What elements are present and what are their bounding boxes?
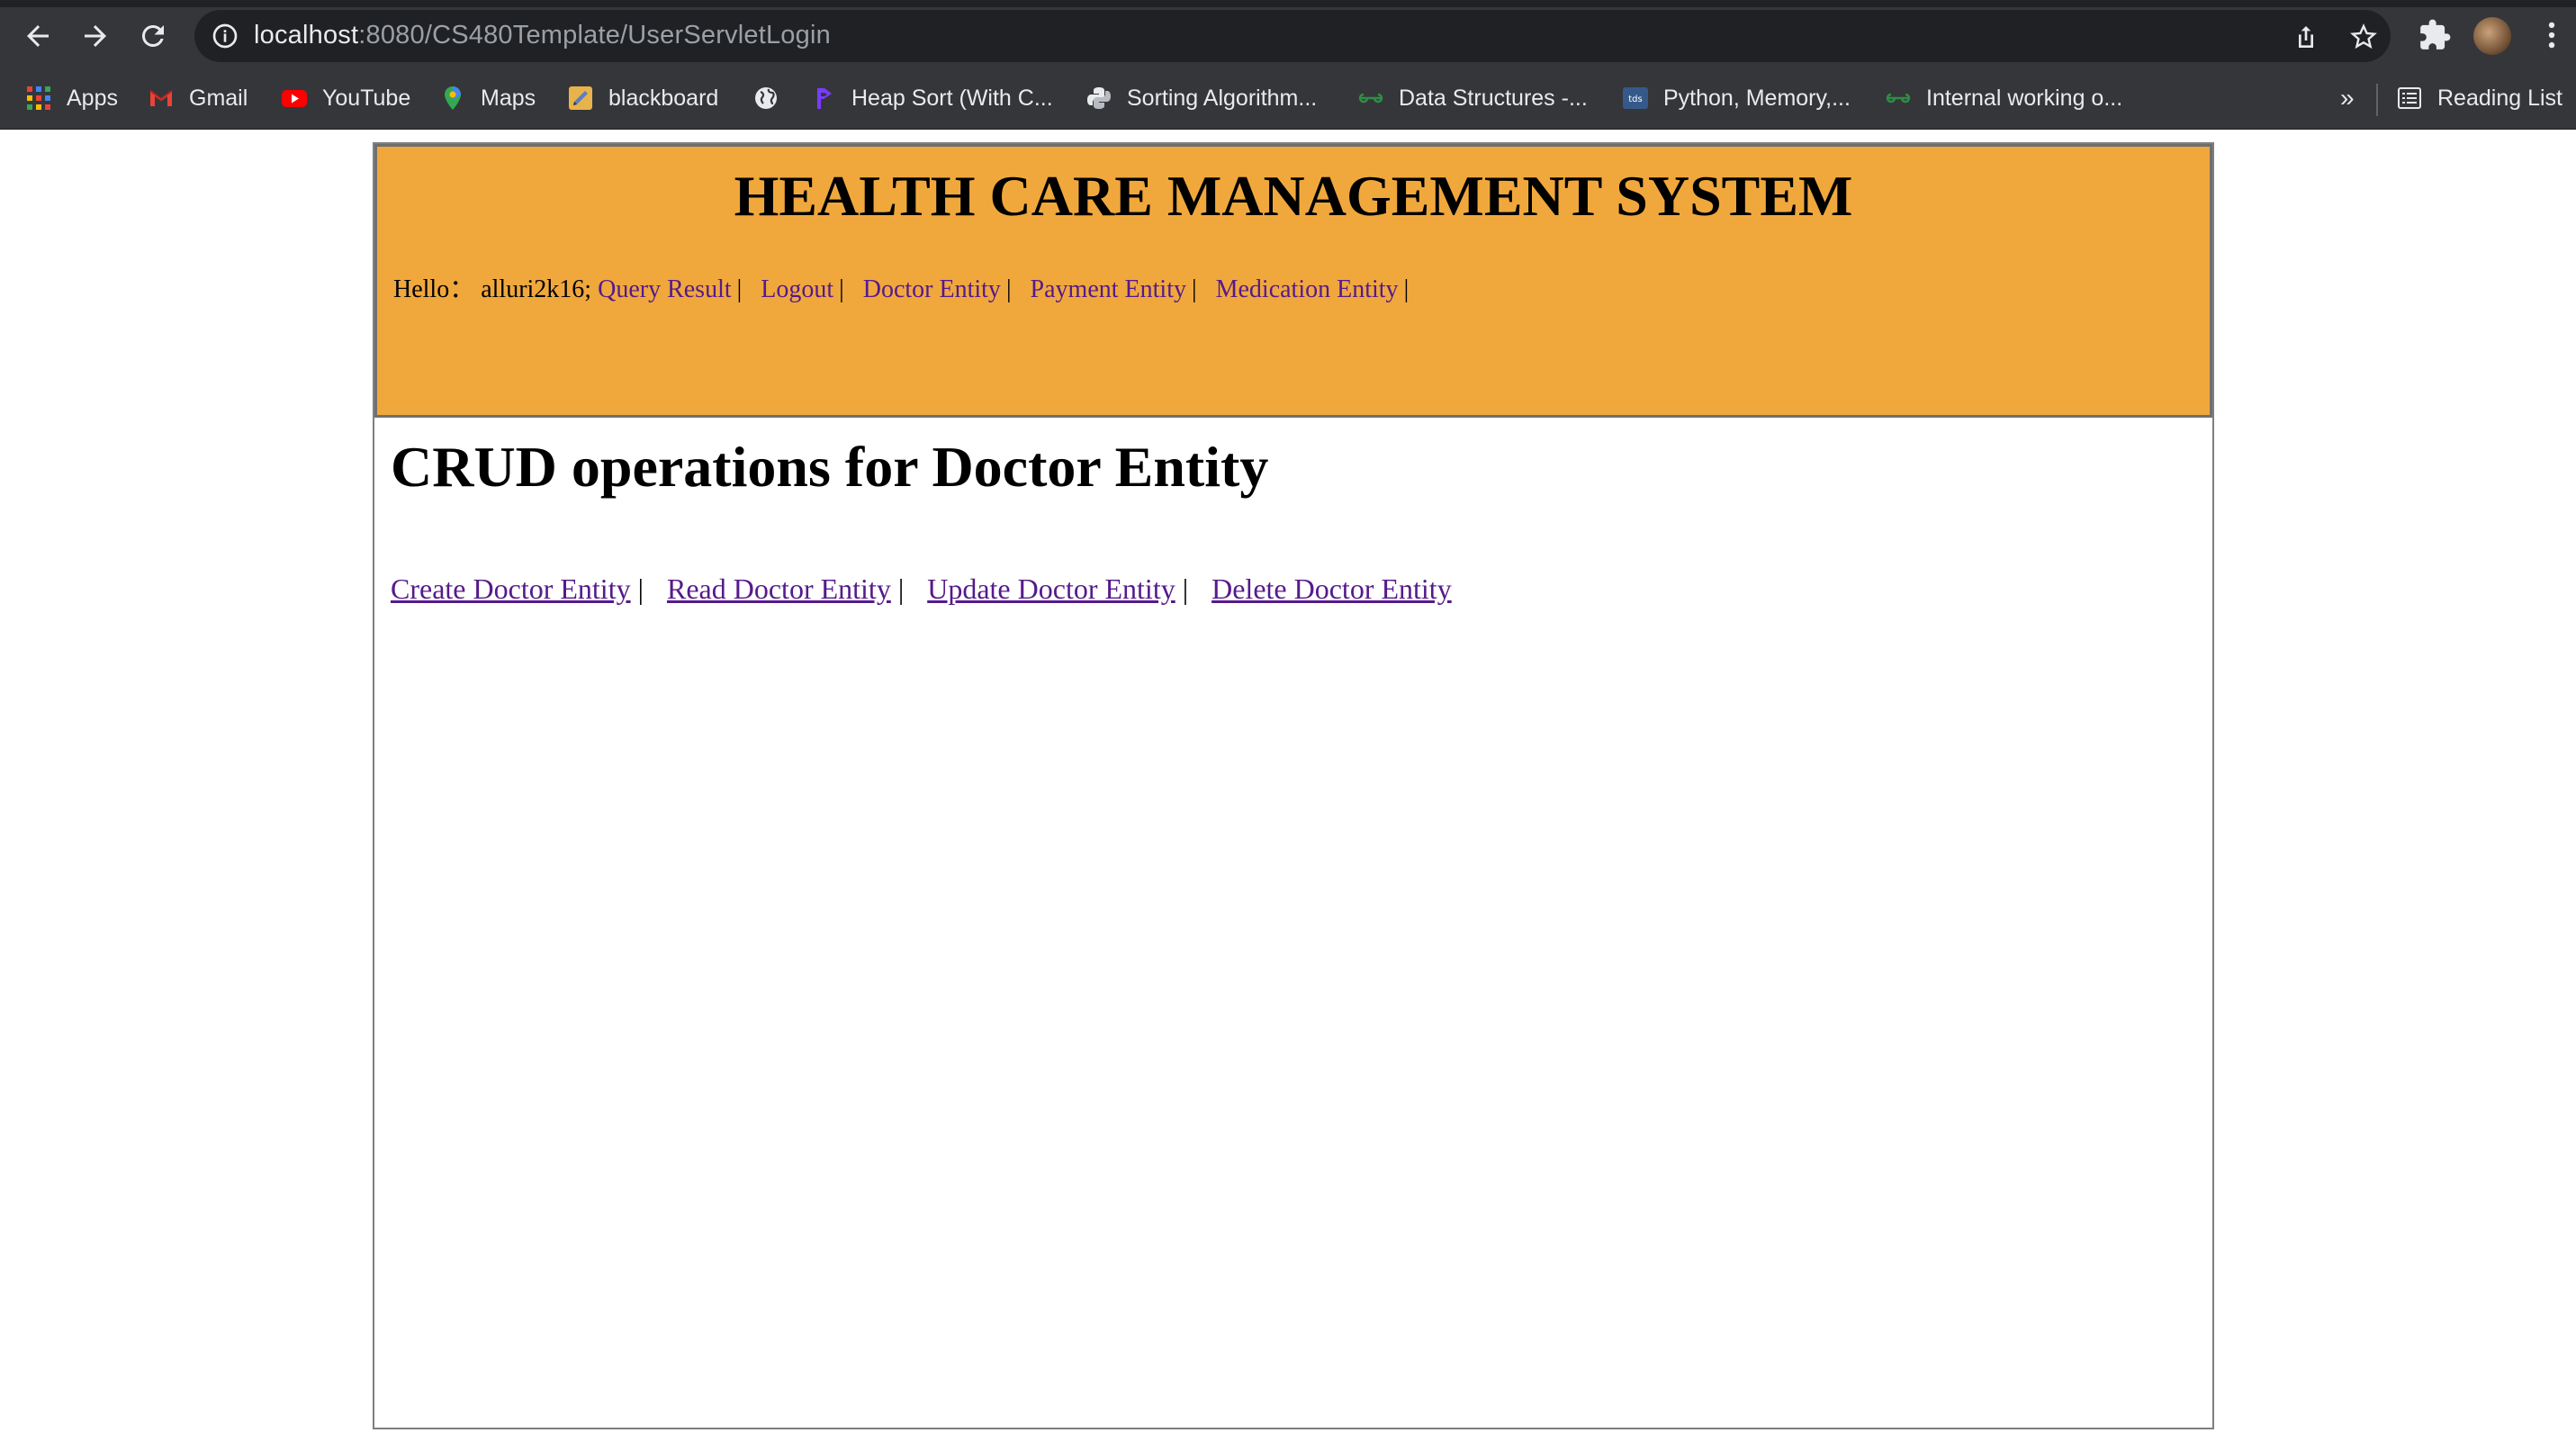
reload-button[interactable] bbox=[133, 16, 173, 56]
crud-links: Create Doctor Entity | Read Doctor Entity… bbox=[391, 572, 1452, 606]
reading-list-icon bbox=[2398, 87, 2421, 109]
header-nav: Hello： alluri2k16; Query Result | Logout |… bbox=[393, 269, 1421, 305]
back-button[interactable] bbox=[18, 16, 58, 56]
url-path: :8080/CS480Template/UserServletLogin bbox=[358, 21, 831, 50]
link-separator: | bbox=[897, 572, 905, 605]
site-info-icon[interactable] bbox=[211, 22, 239, 50]
bookmark-label: Maps bbox=[481, 85, 536, 111]
bookmark-blackboard[interactable]: blackboard bbox=[567, 80, 718, 116]
blackboard-icon bbox=[569, 86, 592, 110]
delete-doctor-link[interactable]: Delete Doctor Entity bbox=[1211, 572, 1452, 605]
nav-link-payment-entity[interactable]: Payment Entity bbox=[1031, 275, 1186, 303]
bookmark-internal-working[interactable]: Internal working o... bbox=[1885, 80, 2122, 116]
tab-strip-edge bbox=[0, 0, 2576, 7]
bookmark-label: Gmail bbox=[189, 85, 248, 111]
bookmark-youtube[interactable]: YouTube bbox=[281, 80, 410, 116]
address-bar[interactable]: localhost:8080/CS480Template/UserServlet… bbox=[194, 10, 2391, 62]
bookmark-label: Heap Sort (With C... bbox=[851, 85, 1053, 111]
bookmark-label: blackboard bbox=[608, 85, 719, 111]
reading-list-label: Reading List bbox=[2437, 85, 2562, 111]
bookmarks-divider bbox=[2376, 84, 2378, 116]
share-icon[interactable] bbox=[2292, 23, 2320, 51]
maps-icon bbox=[445, 86, 461, 110]
bookmarks-overflow-button[interactable]: » bbox=[2340, 80, 2355, 116]
nav-separator: | bbox=[839, 275, 844, 303]
globe-icon bbox=[755, 87, 777, 109]
bookmarks-bar: Apps Gmail YouTube Maps blackboard Heap … bbox=[0, 69, 2576, 130]
read-doctor-link[interactable]: Read Doctor Entity bbox=[667, 572, 891, 605]
profile-avatar[interactable] bbox=[2473, 17, 2511, 55]
bookmark-label: Python, Memory,... bbox=[1663, 85, 1851, 111]
bookmark-python-memory[interactable]: tds Python, Memory,... bbox=[1622, 80, 1851, 116]
page-frame: HEALTH CARE MANAGEMENT SYSTEM Hello： all… bbox=[373, 142, 2214, 1429]
bookmark-globe[interactable] bbox=[752, 80, 794, 116]
nav-separator: | bbox=[736, 275, 743, 303]
link-separator: | bbox=[1182, 572, 1189, 605]
python-icon bbox=[1087, 87, 1111, 109]
bookmark-label: Apps bbox=[67, 85, 118, 111]
bookmark-star-icon[interactable] bbox=[2349, 23, 2378, 51]
bookmark-heap-sort[interactable]: Heap Sort (With C... bbox=[810, 80, 1053, 116]
programiz-icon bbox=[817, 88, 832, 109]
link-separator: | bbox=[637, 572, 644, 605]
bookmark-label: Sorting Algorithm... bbox=[1127, 85, 1318, 111]
geeksforgeeks-icon bbox=[1358, 93, 1383, 104]
apps-grid-icon bbox=[27, 86, 50, 110]
nav-separator: | bbox=[1403, 275, 1410, 303]
page-title: CRUD operations for Doctor Entity bbox=[391, 435, 1269, 499]
site-title: HEALTH CARE MANAGEMENT SYSTEM bbox=[734, 164, 1853, 228]
nav-separator: | bbox=[1191, 275, 1197, 303]
youtube-icon bbox=[282, 90, 307, 107]
bookmark-maps[interactable]: Maps bbox=[439, 80, 536, 116]
site-header: HEALTH CARE MANAGEMENT SYSTEM Hello： all… bbox=[374, 144, 2212, 418]
forward-button[interactable] bbox=[76, 16, 115, 56]
geeksforgeeks-icon bbox=[1886, 93, 1911, 104]
reading-list-button[interactable]: Reading List bbox=[2396, 80, 2562, 116]
bookmark-data-structures[interactable]: Data Structures -... bbox=[1357, 80, 1588, 116]
bookmark-label: YouTube bbox=[322, 85, 411, 111]
username-label: alluri2k16; bbox=[481, 275, 592, 303]
url-text: localhost:8080/CS480Template/UserServlet… bbox=[254, 21, 831, 50]
nav-link-doctor-entity[interactable]: Doctor Entity bbox=[863, 275, 1001, 303]
bookmark-gmail[interactable]: Gmail bbox=[148, 80, 248, 116]
svg-text:tds: tds bbox=[1628, 95, 1642, 104]
gmail-icon bbox=[149, 90, 173, 106]
tds-icon: tds bbox=[1623, 87, 1648, 109]
create-doctor-link[interactable]: Create Doctor Entity bbox=[391, 572, 631, 605]
back-arrow-icon bbox=[27, 25, 49, 47]
nav-link-query-result[interactable]: Query Result bbox=[598, 275, 732, 303]
extensions-puzzle-icon[interactable] bbox=[2418, 18, 2452, 52]
bookmark-label: Data Structures -... bbox=[1399, 85, 1588, 111]
browser-toolbar: localhost:8080/CS480Template/UserServlet… bbox=[0, 0, 2576, 69]
nav-link-medication-entity[interactable]: Medication Entity bbox=[1216, 275, 1399, 303]
nav-link-logout[interactable]: Logout bbox=[761, 275, 833, 303]
forward-arrow-icon bbox=[85, 25, 106, 47]
nav-separator: | bbox=[1005, 275, 1012, 303]
update-doctor-link[interactable]: Update Doctor Entity bbox=[927, 572, 1175, 605]
url-host: localhost bbox=[254, 21, 359, 50]
bookmark-sorting[interactable]: Sorting Algorithm... bbox=[1085, 80, 1317, 116]
bookmark-label: Internal working o... bbox=[1926, 85, 2123, 111]
reload-icon bbox=[141, 24, 164, 47]
greeting-label: Hello： bbox=[393, 275, 475, 303]
more-menu-icon[interactable] bbox=[2535, 18, 2569, 52]
bookmark-apps[interactable]: Apps bbox=[25, 80, 118, 116]
